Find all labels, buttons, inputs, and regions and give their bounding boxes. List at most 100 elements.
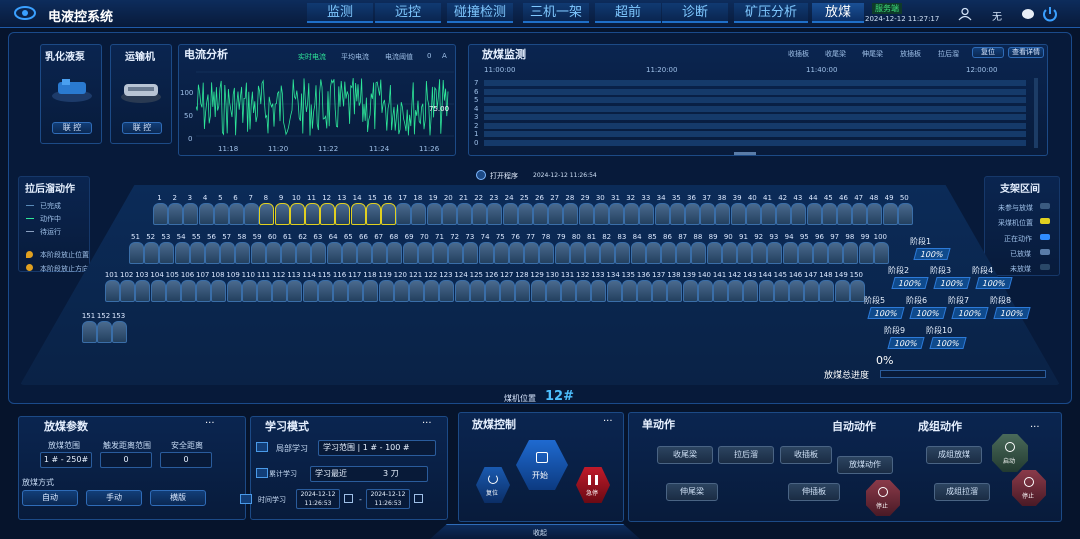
support-unit[interactable] <box>609 203 624 225</box>
support-unit[interactable] <box>591 280 607 302</box>
support-unit[interactable] <box>259 203 275 225</box>
tab-pressure[interactable]: 矿压分析 <box>734 3 808 23</box>
support-unit[interactable] <box>402 242 418 264</box>
support-unit[interactable] <box>350 203 366 225</box>
support-unit[interactable] <box>257 280 272 302</box>
support-unit[interactable] <box>378 280 394 302</box>
support-unit[interactable] <box>244 203 260 225</box>
param-range-field[interactable]: 1 # - 250# <box>40 452 92 468</box>
support-unit[interactable] <box>469 280 485 302</box>
support-unit[interactable] <box>737 242 752 264</box>
extend-plate-button[interactable]: 伸插板 <box>788 483 840 501</box>
support-unit[interactable] <box>220 242 236 264</box>
program-icon[interactable] <box>476 170 486 180</box>
support-unit[interactable] <box>448 242 464 264</box>
support-unit[interactable] <box>682 280 698 302</box>
monitor-scrollbar[interactable] <box>1034 78 1038 148</box>
support-unit[interactable] <box>97 321 112 343</box>
support-unit[interactable] <box>485 280 500 302</box>
user-icon[interactable] <box>958 7 972 21</box>
support-unit[interactable] <box>381 203 396 225</box>
support-unit[interactable] <box>691 242 707 264</box>
support-unit[interactable] <box>326 242 342 264</box>
support-unit[interactable] <box>357 242 372 264</box>
support-unit[interactable] <box>873 242 889 264</box>
pull-back-button[interactable]: 拉后溜 <box>718 446 774 464</box>
support-unit[interactable] <box>487 203 503 225</box>
support-unit[interactable] <box>821 203 837 225</box>
monitor-reset-button[interactable]: 复位 <box>972 47 1004 58</box>
support-unit[interactable] <box>752 242 768 264</box>
support-unit[interactable] <box>661 242 676 264</box>
support-unit[interactable] <box>411 203 427 225</box>
tab-diagnosis[interactable]: 诊断 <box>662 3 728 23</box>
support-unit[interactable] <box>241 280 257 302</box>
support-unit[interactable] <box>205 242 220 264</box>
support-unit[interactable] <box>112 321 127 343</box>
monitor-hscroll[interactable] <box>734 152 756 155</box>
learn-range-field[interactable]: 学习范围 | 1 # - 100 # <box>318 440 436 456</box>
support-unit[interactable] <box>728 280 744 302</box>
support-unit[interactable] <box>524 242 540 264</box>
support-unit[interactable] <box>700 203 716 225</box>
support-unit[interactable] <box>761 203 776 225</box>
support-unit[interactable] <box>311 242 327 264</box>
support-unit[interactable] <box>745 203 761 225</box>
calendar-icon-1[interactable] <box>344 494 353 503</box>
support-unit[interactable] <box>730 203 746 225</box>
support-unit[interactable] <box>478 242 494 264</box>
support-unit[interactable] <box>211 280 227 302</box>
support-unit[interactable] <box>441 203 457 225</box>
support-unit[interactable] <box>457 203 472 225</box>
extend-tail-button[interactable]: 伸尾梁 <box>666 483 718 501</box>
support-unit[interactable] <box>563 203 579 225</box>
support-unit[interactable] <box>517 203 533 225</box>
support-unit[interactable] <box>667 280 683 302</box>
support-unit[interactable] <box>758 280 774 302</box>
support-unit[interactable] <box>365 203 381 225</box>
support-unit[interactable] <box>439 280 455 302</box>
support-unit[interactable] <box>852 203 868 225</box>
support-unit[interactable] <box>843 242 859 264</box>
support-unit[interactable] <box>472 203 488 225</box>
support-unit[interactable] <box>789 280 804 302</box>
actions-more-icon[interactable]: ··· <box>1030 422 1040 433</box>
support-unit[interactable] <box>287 280 303 302</box>
group-release-button[interactable]: 成组放煤 <box>926 446 982 464</box>
support-unit[interactable] <box>189 242 205 264</box>
support-unit[interactable] <box>548 203 564 225</box>
time-start-field[interactable]: 2024-12-12 11:26:53 <box>296 489 340 509</box>
support-unit[interactable] <box>393 280 409 302</box>
retract-tail-button[interactable]: 收尾梁 <box>657 446 713 464</box>
support-unit[interactable] <box>685 203 700 225</box>
support-unit[interactable] <box>153 203 168 225</box>
tab-collision[interactable]: 碰撞检测 <box>447 3 513 23</box>
learn-recent-field[interactable]: 学习最近 3 刀 <box>310 466 428 482</box>
support-unit[interactable] <box>530 280 546 302</box>
tab-advance[interactable]: 超前 <box>595 3 661 23</box>
support-unit[interactable] <box>858 242 874 264</box>
support-unit[interactable] <box>181 280 196 302</box>
support-unit[interactable] <box>834 280 850 302</box>
support-unit[interactable] <box>569 242 585 264</box>
support-unit[interactable] <box>669 203 685 225</box>
support-unit[interactable] <box>396 203 412 225</box>
support-unit[interactable] <box>363 280 379 302</box>
support-unit[interactable] <box>198 203 214 225</box>
support-unit[interactable] <box>637 280 652 302</box>
support-unit[interactable] <box>159 242 175 264</box>
support-unit[interactable] <box>165 280 181 302</box>
support-unit[interactable] <box>502 203 518 225</box>
support-unit[interactable] <box>600 242 616 264</box>
support-unit[interactable] <box>229 203 244 225</box>
support-unit[interactable] <box>828 242 844 264</box>
mode-auto-button[interactable]: 自动 <box>22 490 78 506</box>
support-unit[interactable] <box>424 280 440 302</box>
support-unit[interactable] <box>585 242 600 264</box>
support-unit[interactable] <box>213 203 229 225</box>
group-pull-button[interactable]: 成组拉溜 <box>934 483 990 501</box>
support-unit[interactable] <box>174 242 190 264</box>
support-unit[interactable] <box>654 203 670 225</box>
support-unit[interactable] <box>335 203 351 225</box>
param-trigger-field[interactable]: 0 <box>100 452 152 468</box>
